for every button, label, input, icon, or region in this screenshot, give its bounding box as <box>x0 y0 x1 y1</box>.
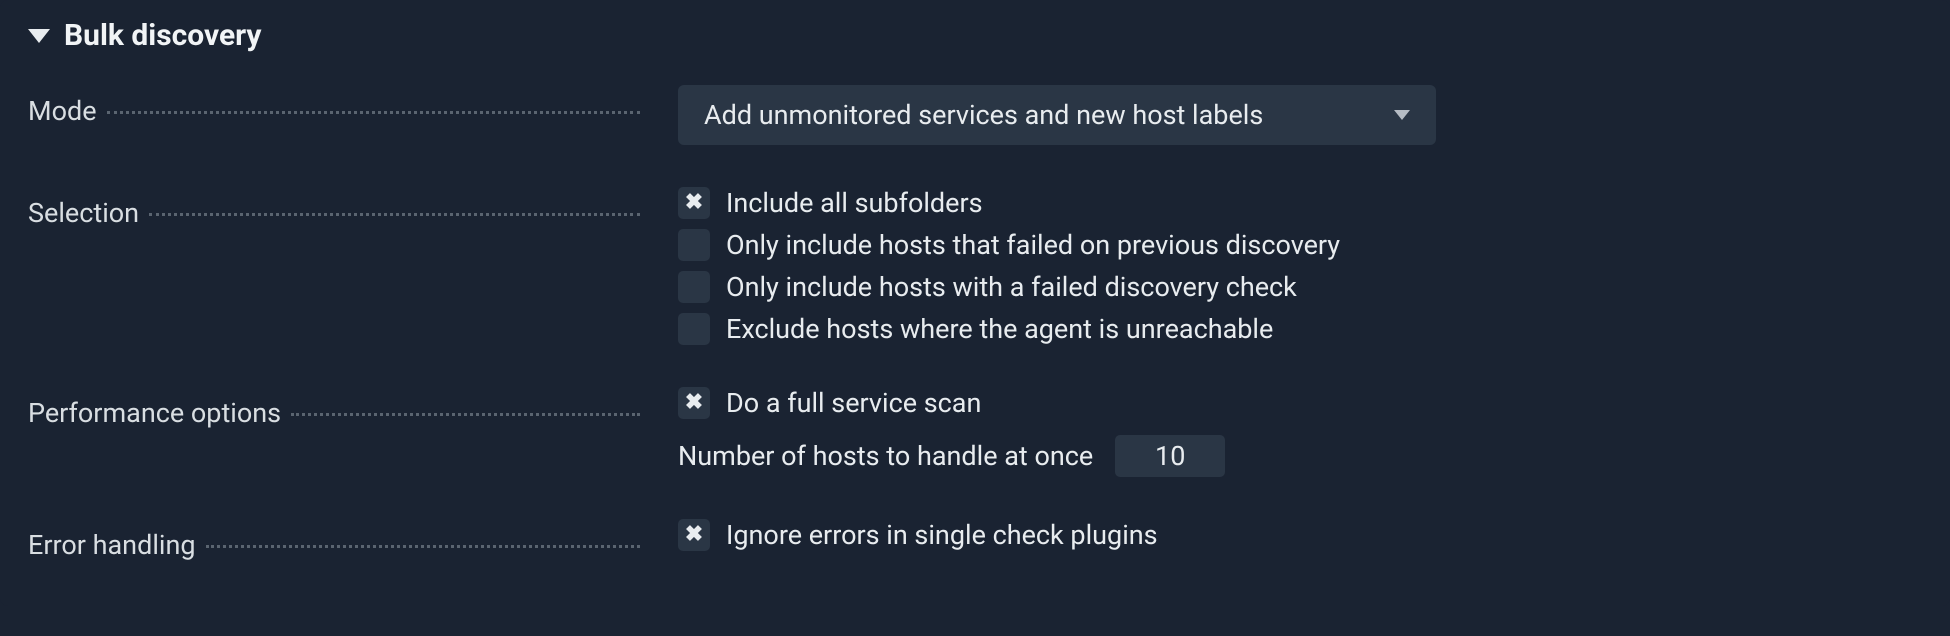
label-col: Selection <box>28 187 648 230</box>
value-col: Include all subfolders Only include host… <box>648 187 1922 345</box>
error-label: Error handling <box>28 529 196 561</box>
mode-label: Mode <box>28 95 97 127</box>
row-mode: Mode Add unmonitored services and new ho… <box>0 85 1950 145</box>
checkbox-exclude-unreachable[interactable] <box>678 313 710 345</box>
selection-option-3: Exclude hosts where the agent is unreach… <box>678 313 1922 345</box>
selection-option-0: Include all subfolders <box>678 187 1922 219</box>
selection-option-1: Only include hosts that failed on previo… <box>678 229 1922 261</box>
checkbox-label: Do a full service scan <box>726 387 981 419</box>
row-error: Error handling Ignore errors in single c… <box>0 519 1950 562</box>
checkbox-label: Ignore errors in single check plugins <box>726 519 1158 551</box>
hosts-at-once-label: Number of hosts to handle at once <box>678 440 1093 472</box>
error-ignore: Ignore errors in single check plugins <box>678 519 1922 551</box>
value-col: Do a full service scan Number of hosts t… <box>648 387 1922 477</box>
mode-select[interactable]: Add unmonitored services and new host la… <box>678 85 1436 145</box>
checkbox-ignore-errors[interactable] <box>678 519 710 551</box>
checkbox-failed-previous[interactable] <box>678 229 710 261</box>
chevron-down-icon <box>1394 110 1410 120</box>
performance-full-scan: Do a full service scan <box>678 387 1922 419</box>
selection-option-2: Only include hosts with a failed discove… <box>678 271 1922 303</box>
checkbox-failed-check[interactable] <box>678 271 710 303</box>
collapse-down-icon <box>28 29 50 43</box>
panel-title: Bulk discovery <box>64 18 262 53</box>
dots <box>291 413 640 416</box>
checkbox-label: Include all subfolders <box>726 187 983 219</box>
label-col: Performance options <box>28 387 648 430</box>
row-selection: Selection Include all subfolders Only in… <box>0 187 1950 345</box>
selection-label: Selection <box>28 197 139 229</box>
checkbox-include-subfolders[interactable] <box>678 187 710 219</box>
value-col: Ignore errors in single check plugins <box>648 519 1922 551</box>
performance-label: Performance options <box>28 397 281 429</box>
row-performance: Performance options Do a full service sc… <box>0 387 1950 477</box>
hosts-at-once-input[interactable] <box>1115 435 1225 477</box>
checkbox-label: Exclude hosts where the agent is unreach… <box>726 313 1273 345</box>
panel-header[interactable]: Bulk discovery <box>0 0 1950 81</box>
checkbox-label: Only include hosts that failed on previo… <box>726 229 1340 261</box>
dots <box>206 545 640 548</box>
mode-select-value: Add unmonitored services and new host la… <box>704 99 1263 131</box>
bulk-discovery-panel: Bulk discovery Mode Add unmonitored serv… <box>0 0 1950 606</box>
label-col: Mode <box>28 85 648 128</box>
dots <box>107 111 640 114</box>
value-col: Add unmonitored services and new host la… <box>648 85 1922 145</box>
performance-hosts-at-once: Number of hosts to handle at once <box>678 435 1922 477</box>
label-col: Error handling <box>28 519 648 562</box>
checkbox-label: Only include hosts with a failed discove… <box>726 271 1297 303</box>
checkbox-full-scan[interactable] <box>678 387 710 419</box>
dots <box>149 213 640 216</box>
